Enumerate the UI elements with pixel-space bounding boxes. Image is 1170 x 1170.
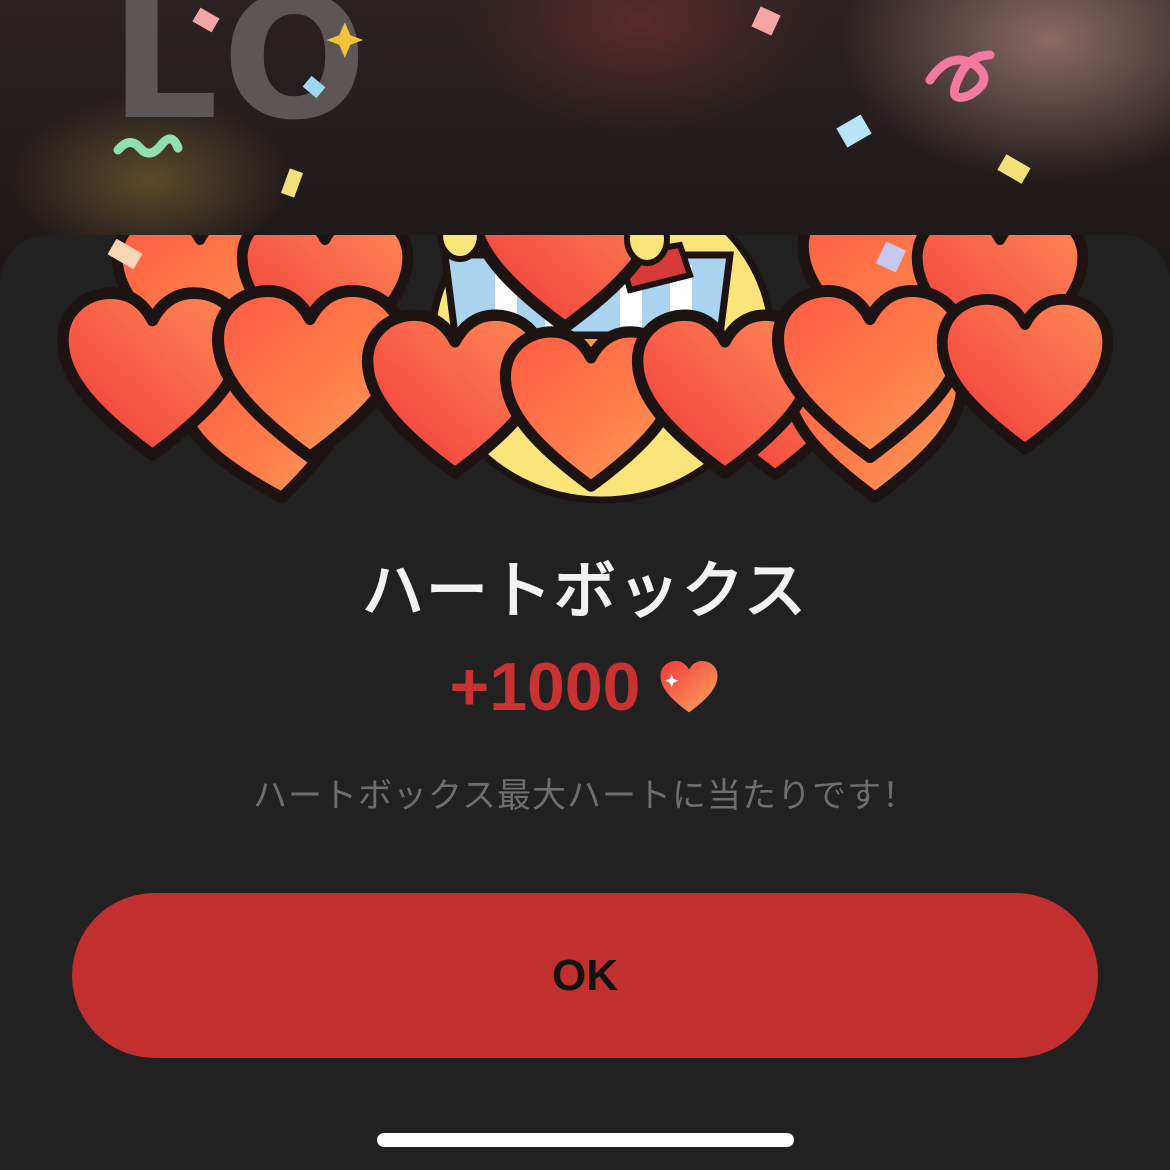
reward-row: +1000: [0, 648, 1170, 726]
heart-box-sheet: ハートボックス +1000 ハートボックス最大ハートに当たりです！ OK: [0, 235, 1170, 1170]
reward-amount: +1000: [449, 649, 641, 725]
home-indicator[interactable]: [377, 1133, 794, 1147]
ok-button[interactable]: OK: [72, 893, 1098, 1058]
heart-icon: [660, 660, 719, 713]
heart-box-illustration: [40, 235, 1140, 715]
dialog-title: ハートボックス: [361, 554, 809, 627]
result-message: ハートボックス最大ハートに当たりです！: [253, 776, 917, 816]
screen: LO ハートボックス +1000 ハートボックス最大ハートに当たりです！ OK: [0, 0, 1170, 1170]
